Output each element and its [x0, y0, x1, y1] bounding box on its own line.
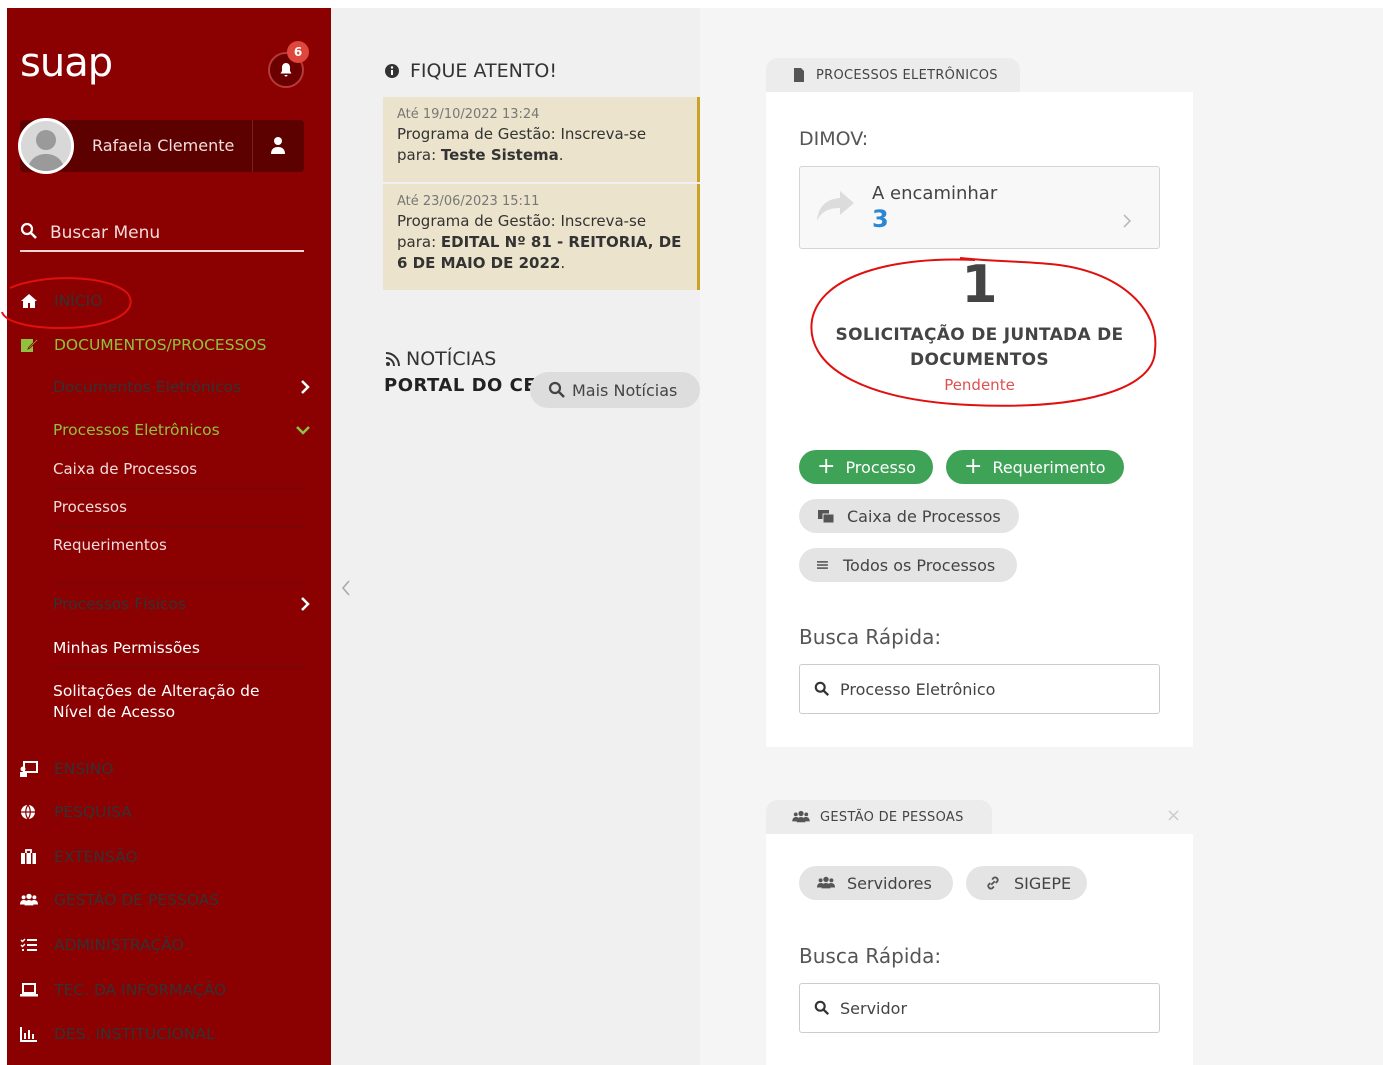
notice-item[interactable]: Até 23/06/2023 15:11 Programa de Gestão:…: [383, 184, 700, 290]
servidores-button[interactable]: Servidores: [799, 866, 953, 900]
a-encaminhar-card[interactable]: A encaminhar 3: [799, 166, 1160, 249]
notifications-count-badge: 6: [287, 41, 309, 63]
chevron-right-icon: [301, 380, 310, 394]
user-name: Rafaela Clemente: [92, 136, 235, 155]
mais-noticias-button[interactable]: Mais Notícias: [530, 372, 700, 408]
file-icon: [794, 68, 804, 82]
nav-documentos-processos[interactable]: DOCUMENTOS/PROCESSOS: [20, 330, 310, 360]
link-icon: [987, 876, 999, 890]
nav-inicio[interactable]: INÍCIO: [20, 286, 310, 316]
app-logo[interactable]: suap: [20, 40, 113, 86]
processo-eletronico-search-input[interactable]: Processo Eletrônico: [799, 664, 1160, 714]
globe-icon: [20, 803, 44, 821]
noticias-heading: NOTÍCIAS: [384, 348, 496, 370]
search-icon: [20, 222, 37, 239]
nav-solicitacoes-alteracao[interactable]: Solitações de Alteração de Nível de Aces…: [53, 681, 304, 733]
avatar: [18, 118, 74, 174]
user-profile-box[interactable]: Rafaela Clemente: [18, 118, 304, 174]
servidor-search-input[interactable]: Servidor: [799, 983, 1160, 1033]
busca-rapida-label: Busca Rápida:: [799, 625, 942, 649]
add-requerimento-button[interactable]: + Requerimento: [946, 450, 1124, 484]
chart-icon: [20, 1025, 44, 1043]
nav-caixa-de-processos[interactable]: Caixa de Processos: [53, 460, 304, 489]
list-icon: [817, 561, 828, 569]
sigepe-button[interactable]: SIGEPE: [966, 866, 1087, 900]
laptop-icon: [20, 981, 44, 999]
search-icon: [814, 1000, 830, 1016]
user-icon[interactable]: [270, 136, 286, 154]
users-icon: [817, 876, 835, 889]
search-icon: [814, 681, 830, 697]
nav-ensino[interactable]: ENSINO: [20, 754, 310, 784]
search-menu-input[interactable]: [50, 218, 300, 248]
solicitacao-status: Pendente: [944, 376, 1015, 394]
nav-documentos-eletronicos[interactable]: Documentos Eletrônicos: [53, 378, 310, 396]
todos-os-processos-button[interactable]: Todos os Processos: [799, 548, 1017, 582]
users-icon: [792, 810, 810, 823]
chevron-down-icon: [296, 426, 310, 435]
tab-processos-eletronicos[interactable]: PROCESSOS ELETRÔNICOS: [766, 58, 1020, 92]
nav-tec-informacao[interactable]: TEC. DA INFORMAÇÃO: [20, 975, 310, 1005]
search-icon: [548, 381, 565, 398]
menu-search: [20, 218, 304, 252]
caixa-de-processos-button[interactable]: Caixa de Processos: [799, 499, 1019, 533]
nav-gestao-de-pessoas[interactable]: GESTÃO DE PESSOAS: [20, 885, 310, 915]
close-icon[interactable]: ×: [1166, 805, 1181, 826]
section-dimov: DIMOV:: [799, 128, 869, 150]
busca-rapida-label: Busca Rápida:: [799, 944, 942, 968]
notice-item[interactable]: Até 19/10/2022 13:24 Programa de Gestão:…: [383, 97, 700, 182]
a-encaminhar-label: A encaminhar: [872, 183, 998, 204]
nav-extensao[interactable]: EXTENSÃO: [20, 842, 310, 872]
rss-icon: [385, 352, 400, 367]
users-icon: [20, 891, 44, 909]
tab-gestao-de-pessoas[interactable]: GESTÃO DE PESSOAS: [766, 800, 992, 834]
chevron-right-icon: [301, 597, 310, 611]
nav-processos-fisicos[interactable]: Processos Físicos: [53, 595, 310, 613]
info-circle-icon: [385, 64, 399, 78]
chevron-right-icon: [1123, 214, 1132, 228]
a-encaminhar-count: 3: [872, 205, 889, 233]
nav-minhas-permissoes[interactable]: Minhas Permissões: [53, 639, 304, 668]
teaching-icon: [20, 760, 44, 778]
plus-icon: +: [964, 454, 983, 479]
home-icon: [20, 292, 44, 310]
nav-administracao[interactable]: ADMINISTRAÇÃO: [20, 930, 310, 960]
nav-requerimentos[interactable]: Requerimentos: [53, 536, 304, 583]
collapse-sidebar-icon[interactable]: [340, 578, 352, 598]
fique-atento-heading: FIQUE ATENTO!: [384, 60, 557, 82]
inbox-icon: [818, 510, 835, 524]
nav-des-institucional[interactable]: DES. INSTITUCIONAL: [20, 1019, 310, 1049]
share-arrow-icon: [817, 191, 854, 221]
nav-processos-eletronicos[interactable]: Processos Eletrônicos: [53, 421, 310, 439]
briefcase-icon: [20, 848, 44, 866]
nav-processos[interactable]: Processos: [53, 498, 304, 527]
solicitacao-title[interactable]: SOLICITAÇÃO DE JUNTADA DE DOCUMENTOS: [766, 323, 1193, 373]
add-processo-button[interactable]: + Processo: [799, 450, 933, 484]
portal-title: PORTAL DO CEFET-RJ: [384, 375, 544, 396]
solicitacao-count[interactable]: 1: [766, 255, 1193, 315]
nav-pesquisa[interactable]: PESQUISA: [20, 797, 310, 827]
documents-edit-icon: [20, 336, 44, 354]
plus-icon: +: [817, 454, 836, 479]
list-check-icon: [20, 936, 44, 954]
